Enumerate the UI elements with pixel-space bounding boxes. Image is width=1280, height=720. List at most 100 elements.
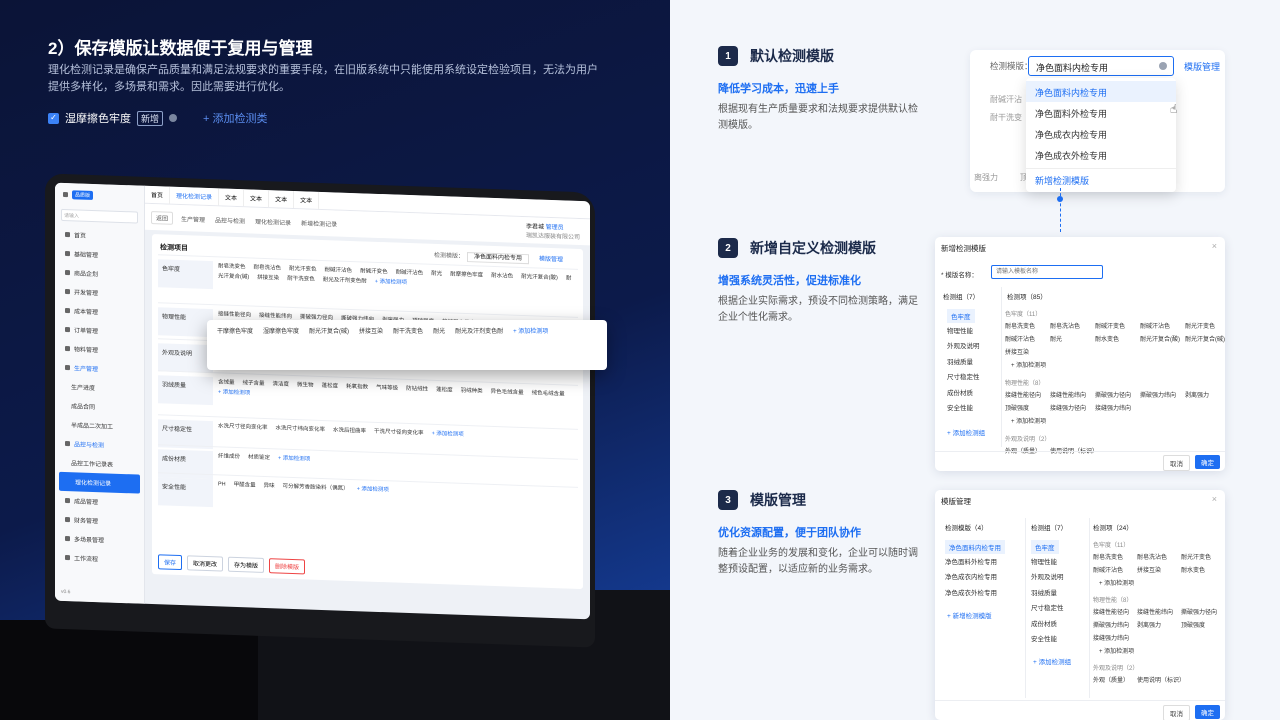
test-item[interactable]: 拼接互染 bbox=[257, 275, 279, 282]
test-item-chip[interactable]: 撕破强力纬向 bbox=[1093, 620, 1129, 629]
tab-item[interactable]: 文本 bbox=[294, 191, 320, 209]
close-icon[interactable]: × bbox=[1212, 241, 1217, 251]
add-item-link[interactable]: + 添加检测项 bbox=[513, 329, 548, 335]
test-item[interactable]: 耗氧指数 bbox=[346, 384, 368, 391]
test-item-chip[interactable]: 接缝强力纬向 bbox=[1095, 403, 1131, 412]
test-item[interactable]: 耐皂洗变色 bbox=[218, 263, 246, 270]
add-item-link[interactable]: + 添加检测项 bbox=[375, 279, 407, 286]
add-category-link[interactable]: + 添加检测类 bbox=[203, 110, 267, 126]
group-item[interactable]: 物理性能 bbox=[947, 325, 973, 335]
test-item-chip[interactable]: 耐光汗变色 bbox=[1185, 321, 1215, 330]
test-item-chip[interactable]: 耐水变色 bbox=[1181, 565, 1205, 574]
remove-icon[interactable] bbox=[169, 114, 178, 122]
add-item-link[interactable]: + 添加检测项 bbox=[432, 431, 464, 438]
test-item-chip[interactable]: 接缝强力径向 bbox=[1050, 403, 1086, 412]
test-item-chip[interactable]: 剥离强力 bbox=[1185, 390, 1209, 399]
test-item[interactable]: 含绒量 bbox=[218, 379, 235, 386]
test-item-chip[interactable]: 撕破强力纬向 bbox=[1140, 390, 1176, 399]
group-item[interactable]: 色牢度 bbox=[1031, 540, 1059, 554]
tab-item[interactable]: 文本 bbox=[269, 190, 295, 209]
test-item[interactable]: 干摩擦色牢度 bbox=[217, 329, 253, 335]
group-item[interactable]: 成份材质 bbox=[947, 387, 973, 397]
test-item[interactable]: 可分解芳香胺染料（偶氮） bbox=[283, 484, 349, 492]
test-item[interactable]: 耐光及汗剂变色耐 bbox=[323, 277, 367, 285]
test-item-chip[interactable]: 接缝性能纬向 bbox=[1050, 390, 1086, 399]
add-item-link[interactable]: + 添加检测项 bbox=[1099, 646, 1134, 655]
test-item-chip[interactable]: 耐光汗复合(碱) bbox=[1185, 334, 1225, 343]
test-item-chip[interactable]: 耐皂洗变色 bbox=[1005, 321, 1035, 330]
test-item[interactable]: 水洗后扭曲率 bbox=[333, 427, 366, 434]
template-item[interactable]: 净色面料外检专用 bbox=[945, 556, 997, 566]
test-item-chip[interactable]: 耐光 bbox=[1050, 334, 1062, 343]
test-item-chip[interactable]: 顶破强度 bbox=[1005, 403, 1029, 412]
test-item[interactable]: 水洗尺寸径向变化率 bbox=[218, 423, 268, 431]
test-item-chip[interactable]: 耐水变色 bbox=[1095, 334, 1119, 343]
action-button[interactable]: 取消更改 bbox=[187, 555, 224, 572]
add-template-link[interactable]: + 新增检测模版 bbox=[947, 610, 992, 620]
add-item-link[interactable]: + 添加检测项 bbox=[1011, 360, 1046, 369]
test-item[interactable]: 蓬松度 bbox=[436, 387, 453, 394]
group-item[interactable]: 尺寸稳定性 bbox=[947, 371, 980, 381]
group-item[interactable]: 尺寸稳定性 bbox=[1031, 602, 1064, 612]
template-option[interactable]: 净色面料外检专用 bbox=[1026, 102, 1176, 123]
group-item[interactable]: 安全性能 bbox=[947, 402, 973, 412]
template-select[interactable]: 净色面料内检专用 bbox=[1028, 56, 1174, 76]
add-item-link[interactable]: + 添加检测项 bbox=[357, 486, 389, 493]
group-item[interactable]: 羽绒质量 bbox=[1031, 587, 1057, 597]
test-item[interactable]: 耐碱汗沾色 bbox=[396, 270, 424, 277]
test-item[interactable]: 接缝性能径向 bbox=[218, 311, 251, 318]
test-item[interactable]: 耐光及汗剂变色耐 bbox=[455, 329, 503, 335]
test-item-chip[interactable]: 使用说明（标识） bbox=[1137, 675, 1185, 684]
test-item-chip[interactable]: 外观（质量） bbox=[1093, 675, 1129, 684]
test-item[interactable]: 纤维成份 bbox=[218, 453, 240, 460]
tab-item[interactable]: 文本 bbox=[219, 188, 245, 207]
template-item[interactable]: 净色成衣内检专用 bbox=[945, 571, 997, 581]
test-item-chip[interactable]: 耐皂洗沾色 bbox=[1137, 552, 1167, 561]
test-item[interactable]: 耐光 bbox=[431, 271, 442, 277]
template-option[interactable]: 净色成衣内检专用 bbox=[1026, 123, 1176, 144]
test-item[interactable]: 耐光汗复合(碱) bbox=[309, 329, 349, 335]
add-group-link[interactable]: + 添加检测组 bbox=[1033, 656, 1071, 666]
test-item[interactable]: 耐皂洗沾色 bbox=[254, 265, 282, 272]
action-button[interactable]: 保存 bbox=[158, 554, 183, 571]
back-button[interactable]: 返回 bbox=[151, 210, 174, 225]
test-item-chip[interactable]: 撕破强力径向 bbox=[1181, 607, 1217, 616]
group-item[interactable]: 成份材质 bbox=[1031, 618, 1057, 628]
test-item[interactable]: 耐水沾色 bbox=[491, 273, 513, 280]
template-manage-link[interactable]: 模版管理 bbox=[539, 257, 563, 264]
test-item-chip[interactable]: 接缝性能径向 bbox=[1005, 390, 1041, 399]
test-item-chip[interactable]: 接缝性能径向 bbox=[1093, 607, 1129, 616]
group-item[interactable]: 安全性能 bbox=[1031, 633, 1057, 643]
test-item[interactable]: 接缝性能纬向 bbox=[259, 313, 292, 320]
add-item-link[interactable]: + 添加检测项 bbox=[1099, 578, 1134, 587]
test-item-chip[interactable]: 接缝强力纬向 bbox=[1093, 633, 1129, 642]
test-item[interactable]: 干洗尺寸径向变化率 bbox=[374, 429, 424, 437]
test-item[interactable]: 气味等级 bbox=[376, 385, 398, 392]
add-item-link[interactable]: + 添加检测项 bbox=[278, 455, 310, 462]
test-item-chip[interactable]: 耐皂洗沾色 bbox=[1050, 321, 1080, 330]
test-item-chip[interactable]: 耐皂洗变色 bbox=[1093, 552, 1123, 561]
test-item[interactable]: 羽绒种类 bbox=[461, 388, 483, 395]
template-option[interactable]: 净色面料内检专用 bbox=[1026, 81, 1176, 102]
cancel-button[interactable]: 取消 bbox=[1163, 455, 1190, 471]
sidebar-search[interactable]: 请输入 bbox=[61, 208, 138, 224]
test-item[interactable]: 甲醛含量 bbox=[234, 482, 256, 489]
test-item-chip[interactable]: 拼接互染 bbox=[1137, 565, 1161, 574]
clear-icon[interactable] bbox=[1159, 62, 1167, 70]
add-group-link[interactable]: + 添加检测组 bbox=[947, 427, 985, 437]
checkbox-checked[interactable]: ✓ bbox=[48, 112, 59, 124]
test-item[interactable]: 异色毛绒含量 bbox=[491, 389, 524, 396]
test-item[interactable]: 耐干洗变色 bbox=[287, 276, 315, 283]
test-item[interactable]: 材质鉴定 bbox=[248, 454, 270, 461]
test-item-chip[interactable]: 接缝性能纬向 bbox=[1137, 607, 1173, 616]
cancel-button[interactable]: 取消 bbox=[1163, 705, 1190, 720]
breadcrumb-item[interactable]: 品控与检测 bbox=[215, 218, 245, 225]
tab-item[interactable]: 理化检测记录 bbox=[170, 186, 220, 206]
test-item-chip[interactable]: 耐光汗复合(酸) bbox=[1140, 334, 1180, 343]
tab-item[interactable]: 首页 bbox=[145, 185, 171, 204]
group-item[interactable]: 羽绒质量 bbox=[947, 356, 973, 366]
sidebar-item[interactable]: 工作流程 bbox=[55, 548, 144, 570]
test-item[interactable]: 耐干洗变色 bbox=[393, 329, 423, 335]
template-name-input[interactable] bbox=[991, 265, 1103, 279]
test-item[interactable]: 水洗尺寸纬向变化率 bbox=[276, 425, 326, 433]
